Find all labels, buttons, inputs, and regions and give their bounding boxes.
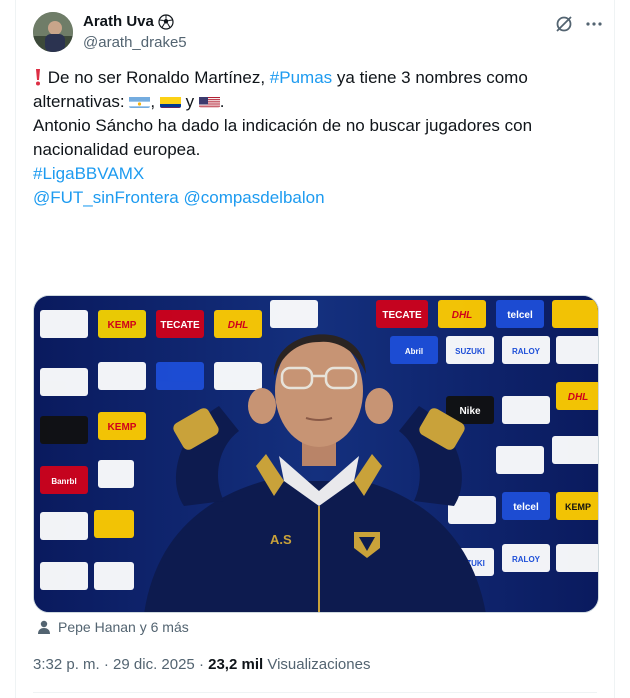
svg-text:telcel: telcel: [507, 310, 533, 321]
tweet-line-3: Antonio Sáncho ha dado la indicación de …: [33, 116, 533, 135]
tweet-text-segment: De no ser Ronaldo Martínez,: [47, 68, 270, 87]
svg-text:RALOY: RALOY: [512, 555, 541, 564]
svg-text:RALOY: RALOY: [512, 347, 541, 356]
tweet-text: De no ser Ronaldo Martínez, #Pumas ya ti…: [33, 66, 603, 210]
svg-text:Banrbl: Banrbl: [51, 477, 76, 486]
author-avatar[interactable]: [33, 12, 73, 52]
views-label: Visualizaciones: [263, 656, 371, 673]
tweet-line-5: #LigaBBVAMX: [33, 162, 603, 186]
svg-text:TECATE: TECATE: [160, 320, 200, 331]
tweet-line-2: alternativas: , y .: [33, 90, 603, 114]
svg-text:TECATE: TECATE: [382, 310, 422, 321]
tweet-line-4: nacionalidad europea.: [33, 140, 201, 159]
svg-text:DHL: DHL: [228, 320, 249, 331]
author-handle[interactable]: @arath_drake5: [83, 34, 187, 51]
red-exclamation-icon: [33, 68, 48, 87]
usa-flag-icon: [198, 94, 220, 108]
meta-separator: ·: [99, 656, 114, 673]
tweet-text-segment: ,: [150, 92, 160, 111]
colombia-flag-icon: [159, 94, 181, 108]
divider: [33, 692, 597, 693]
tweet-date[interactable]: 29 dic. 2025: [113, 656, 195, 673]
tweet-text-segment: y: [180, 92, 199, 111]
tweet-line-1: De no ser Ronaldo Martínez, #Pumas ya ti…: [33, 66, 603, 90]
svg-text:KEMP: KEMP: [108, 320, 137, 331]
svg-text:DHL: DHL: [452, 310, 473, 321]
tweet-text-segment: .: [219, 92, 225, 111]
svg-text:SUZUKI: SUZUKI: [455, 347, 485, 356]
svg-text:KEMP: KEMP: [108, 422, 137, 433]
tweet-photo[interactable]: KEMP TECATE DHL TECATE DHL telcel SUZUKI…: [33, 295, 599, 613]
jacket-initials: A.S: [270, 532, 292, 547]
svg-text:Nike: Nike: [459, 406, 481, 417]
svg-text:telcel: telcel: [513, 502, 539, 513]
tagged-people-text[interactable]: Pepe Hanan y 6 más: [58, 619, 189, 635]
views-count: 23,2 mil: [208, 656, 264, 673]
hashtag-pumas[interactable]: #Pumas: [270, 68, 332, 87]
grok-icon[interactable]: [554, 14, 574, 34]
person-icon: [36, 619, 52, 635]
meta-separator: ·: [194, 656, 209, 673]
tweet-line-6: @FUT_sinFrontera @compasdelbalon: [33, 186, 603, 210]
tweet-card: Arath Uva @arath_drake5 De no ser Ronald…: [15, 0, 615, 698]
tweet-time[interactable]: 3:32 p. m.: [33, 656, 100, 673]
svg-text:DHL: DHL: [568, 392, 589, 403]
hashtag-ligabbvamx[interactable]: #LigaBBVAMX: [33, 164, 144, 183]
soccer-ball-icon: [158, 13, 174, 30]
mention-fut-sinfrontera[interactable]: @FUT_sinFrontera: [33, 188, 179, 207]
tweet-text-segment: ya tiene 3 nombres como: [332, 68, 528, 87]
mention-compasdelbalon[interactable]: @compasdelbalon: [183, 188, 324, 207]
tweet-text-segment: alternativas:: [33, 92, 130, 111]
more-icon[interactable]: [584, 14, 604, 34]
argentina-flag-icon: [129, 94, 151, 108]
author-name[interactable]: Arath Uva: [83, 13, 174, 30]
svg-text:KEMP: KEMP: [565, 502, 591, 512]
svg-text:Abril: Abril: [405, 347, 423, 356]
tagged-people[interactable]: Pepe Hanan y 6 más: [36, 619, 189, 635]
tweet-meta: 3:32 p. m. · 29 dic. 2025 · 23,2 mil Vis…: [33, 656, 370, 673]
author-name-text[interactable]: Arath Uva: [83, 13, 154, 30]
